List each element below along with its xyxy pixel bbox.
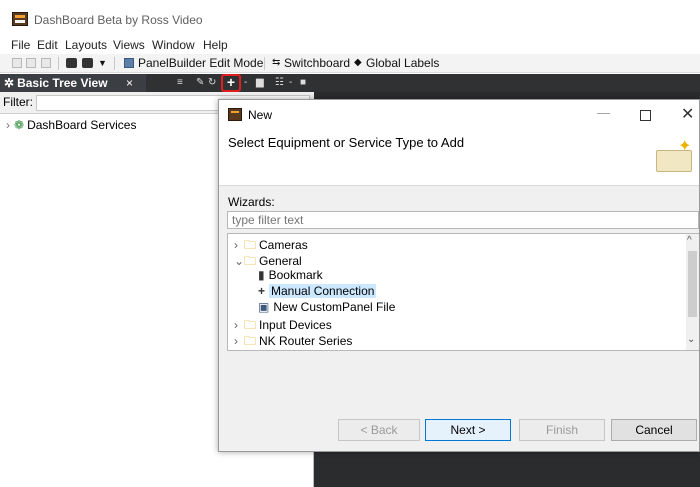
menu-help[interactable]: Help [203, 38, 228, 52]
main-toolbar: ▼ PanelBuilder Edit Mode ⇆ Switchboard ◆… [0, 54, 700, 73]
tree-item-label: DashBoard Services [27, 118, 137, 132]
delete-icon[interactable]: ▆ [256, 78, 266, 88]
app-logo-icon [228, 108, 242, 121]
copy-icon[interactable] [41, 58, 51, 68]
dash-icon[interactable]: - [244, 78, 254, 88]
list-item-cameras[interactable]: › 🗀 Cameras [234, 236, 308, 253]
folder-icon: 🗀 [244, 334, 257, 348]
dialog-heading: Select Equipment or Service Type to Add [228, 135, 465, 150]
dialog-title: New [248, 108, 273, 122]
services-icon: ❁ [14, 118, 25, 132]
list-item-manual-connection[interactable]: + Manual Connection [258, 284, 377, 301]
global-labels-button[interactable]: Global Labels [366, 56, 439, 70]
wizard-banner-icon: ✦ [656, 138, 694, 174]
switchboard-button[interactable]: Switchboard [284, 56, 350, 70]
panelbuilder-edit-mode-button[interactable]: PanelBuilder Edit Mode [138, 56, 263, 70]
close-tab-icon[interactable]: × [126, 76, 133, 90]
wizards-label: Wizards: [228, 195, 275, 209]
filter-label: Filter: [3, 95, 33, 109]
menu-layouts[interactable]: Layouts [65, 38, 107, 52]
editor-tab-strip [314, 74, 700, 92]
wizard-filter-input[interactable] [227, 211, 699, 229]
maximize-icon[interactable]: ■ [300, 78, 310, 88]
wizard-list: › 🗀 Cameras ⌄🗀 General ▮ Bookmark + Manual Co… [227, 233, 699, 351]
scroll-up-icon[interactable]: ^ [687, 235, 692, 246]
menubar: File Edit Layouts Views Window Help [0, 38, 700, 54]
dropdown-arrow-icon[interactable]: ▼ [98, 58, 107, 68]
toolbar-separator [264, 57, 265, 70]
save-all-icon[interactable] [26, 58, 36, 68]
panel-file-icon: ▣ [258, 300, 270, 314]
tab-label: Basic Tree View [17, 76, 108, 90]
tree-options-icon[interactable]: ☷ [275, 78, 285, 88]
back-button[interactable]: < Back [338, 419, 420, 441]
list-scrollbar[interactable]: ^ ⌄ [686, 234, 699, 350]
list-view-icon[interactable]: ≡ [177, 78, 187, 88]
chevron-right-icon[interactable]: › [234, 318, 244, 332]
folder-icon[interactable] [82, 58, 93, 68]
list-item-input-devices[interactable]: › 🗀 Input Devices [234, 316, 332, 333]
menu-file[interactable]: File [11, 38, 30, 52]
menu-window[interactable]: Window [152, 38, 195, 52]
close-icon[interactable]: ✕ [681, 104, 694, 124]
camera-icon[interactable] [66, 58, 77, 68]
tree-item-dashboard-services[interactable]: › ❁ DashBoard Services [6, 118, 136, 132]
minimize-icon[interactable]: — [597, 105, 610, 120]
scroll-thumb[interactable] [688, 251, 697, 317]
toolbar-separator [114, 57, 115, 70]
minimize-icon[interactable]: - [289, 78, 299, 88]
finish-button[interactable]: Finish [519, 419, 605, 441]
chevron-right-icon[interactable]: › [234, 238, 244, 252]
maximize-icon[interactable] [640, 110, 651, 121]
menu-views[interactable]: Views [113, 38, 145, 52]
cancel-button[interactable]: Cancel [611, 419, 697, 441]
save-icon[interactable] [12, 58, 22, 68]
panelbuilder-icon [124, 58, 134, 68]
chevron-down-icon[interactable]: ⌄ [234, 254, 244, 268]
scroll-down-icon[interactable]: ⌄ [687, 334, 695, 345]
next-button[interactable]: Next > [425, 419, 511, 441]
new-dialog: New — ✕ Select Equipment or Service Type… [218, 99, 700, 452]
list-item-nk-router-series[interactable]: › 🗀 NK Router Series [234, 332, 352, 349]
bookmark-icon: ▮ [258, 268, 265, 282]
chevron-right-icon[interactable]: › [6, 118, 10, 132]
list-item-new-custompanel-file[interactable]: ▣ New CustomPanel File [258, 300, 395, 317]
gear-icon: ✲ [4, 76, 15, 90]
add-button[interactable]: + [221, 74, 241, 92]
refresh-icon[interactable]: ↻ [208, 78, 218, 88]
panel-header: ✲ Basic Tree View × ≡ ✎ ↻ + - ▆ ☷ - ■ [0, 74, 314, 92]
folder-icon: 🗀 [244, 254, 257, 268]
app-title: DashBoard Beta by Ross Video [34, 13, 203, 27]
list-item-bookmark[interactable]: ▮ Bookmark [258, 268, 323, 285]
app-titlebar: DashBoard Beta by Ross Video [0, 0, 700, 38]
tab-basic-tree-view[interactable]: ✲ Basic Tree View × [0, 74, 146, 92]
list-item-general[interactable]: ⌄🗀 General [234, 252, 302, 269]
toolbar-separator [58, 57, 59, 70]
plus-icon: + [258, 284, 266, 298]
dialog-titlebar: New — ✕ [219, 100, 699, 130]
label-tag-icon: ◆ [354, 57, 362, 68]
app-logo-icon [12, 12, 28, 26]
menu-edit[interactable]: Edit [37, 38, 58, 52]
dialog-header: Select Equipment or Service Type to Add … [219, 130, 699, 186]
chevron-right-icon[interactable]: › [234, 334, 244, 348]
switchboard-icon: ⇆ [272, 57, 281, 68]
tools-icon[interactable]: ✎ [196, 78, 206, 88]
